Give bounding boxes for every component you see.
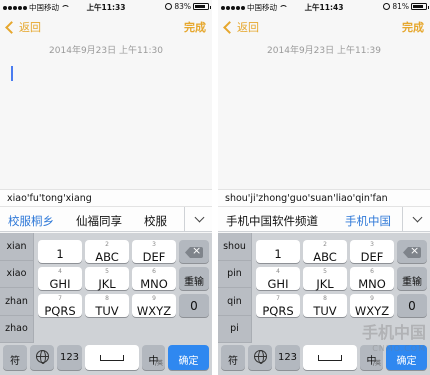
language-switch-key[interactable]: 中/英: [142, 345, 165, 370]
back-button[interactable]: 返回: [222, 19, 259, 35]
alarm-icon: [165, 3, 173, 10]
divider: [402, 207, 403, 231]
key-9[interactable]: 9 WXYZ: [132, 294, 176, 318]
pinyin-composition: xiao'fu'tong'xiang: [0, 189, 212, 206]
number-mode-key[interactable]: 123: [275, 345, 300, 370]
pinyin-choice[interactable]: pin: [218, 261, 251, 288]
pinyin-choice[interactable]: zhan: [0, 288, 33, 316]
status-bar: 中国移动 上午11:33 83%: [0, 0, 212, 14]
chevron-left-icon: [223, 20, 236, 34]
key-7[interactable]: 7 PQRS: [38, 294, 82, 318]
key-5[interactable]: 5 JKL: [303, 267, 347, 291]
battery-percent: 81%: [392, 2, 409, 11]
key-8[interactable]: 8 TUV: [303, 294, 347, 318]
note-text-area[interactable]: [218, 58, 430, 188]
chevron-down-icon[interactable]: [412, 212, 423, 223]
delete-key[interactable]: [179, 240, 209, 263]
text-cursor: [11, 66, 13, 81]
right-phone-screen: 中国移动 上午11:43 81% 返回 完成 2014年9月23日 上午11:3…: [218, 0, 430, 375]
delete-key[interactable]: [397, 240, 427, 263]
watermark-logo: 手机中国 CNMO.COM: [361, 323, 426, 354]
key-1[interactable]: 1: [38, 240, 82, 263]
globe-icon: [36, 350, 49, 364]
globe-icon: [254, 350, 267, 364]
back-button[interactable]: 返回: [4, 19, 41, 35]
key-4[interactable]: 4 GHI: [256, 267, 300, 291]
symbol-key[interactable]: 符: [3, 345, 27, 370]
candidate-item[interactable]: 校服: [144, 213, 167, 229]
candidate-item[interactable]: 手机中国: [345, 213, 391, 229]
key-6[interactable]: 6 MNO: [350, 267, 394, 291]
note-text-area[interactable]: [0, 58, 212, 188]
chevron-left-icon: [5, 20, 18, 34]
left-phone-screen: 中国移动 上午11:33 83% 返回 完成 2014年9月23日 上午11:3…: [0, 0, 212, 375]
reenter-key[interactable]: 重输: [397, 267, 427, 290]
space-icon: [100, 355, 124, 361]
back-label: 返回: [19, 21, 41, 34]
done-button[interactable]: 完成: [184, 19, 206, 35]
pinyin-choice-column: xian xiao zhan zhao: [0, 233, 34, 343]
key-4[interactable]: 4 GHI: [38, 267, 82, 291]
status-bar: 中国移动 上午11:43 81%: [218, 0, 430, 14]
number-mode-key[interactable]: 123: [57, 345, 82, 370]
pinyin-choice[interactable]: shou: [218, 233, 251, 261]
pinyin-choice[interactable]: pi: [218, 316, 251, 343]
battery-icon: [193, 3, 211, 10]
space-key[interactable]: [85, 345, 139, 370]
pinyin-choice[interactable]: zhao: [0, 316, 33, 343]
globe-key[interactable]: [248, 345, 272, 370]
chevron-down-icon[interactable]: [194, 212, 205, 223]
confirm-key[interactable]: 确定: [168, 345, 209, 370]
candidate-bar: 校服桐乡 仙福同享 校服: [0, 206, 212, 232]
key-6[interactable]: 6 MNO: [132, 267, 176, 291]
divider: [184, 207, 185, 231]
backspace-icon: [403, 247, 421, 258]
key-3[interactable]: 3 DEF: [132, 240, 176, 264]
back-label: 返回: [237, 21, 259, 34]
key-7[interactable]: 7 PQRS: [256, 294, 300, 318]
key-0[interactable]: 0: [397, 294, 427, 317]
note-date: 2014年9月23日 上午11:39: [267, 46, 381, 56]
backspace-icon: [185, 247, 203, 258]
pinyin-choice-column: shou pin qin pi: [218, 233, 252, 343]
done-button[interactable]: 完成: [402, 19, 424, 35]
pinyin-choice[interactable]: xian: [0, 233, 33, 261]
candidate-bar: 手机中国软件频道 手机中国: [218, 206, 430, 232]
battery-icon: [411, 3, 429, 10]
battery-percent: 83%: [174, 2, 191, 11]
key-0[interactable]: 0: [179, 294, 209, 317]
key-3[interactable]: 3 DEF: [350, 240, 394, 264]
candidate-item[interactable]: 手机中国软件频道: [226, 213, 318, 229]
symbol-key[interactable]: 符: [221, 345, 245, 370]
key-2[interactable]: 2 ABC: [85, 240, 129, 264]
keyboard: xian xiao zhan zhao 1 2ABC 3DEF 4GHI 5JK…: [0, 233, 212, 375]
key-9[interactable]: 9 WXYZ: [350, 294, 394, 318]
alarm-icon: [383, 3, 391, 10]
key-8[interactable]: 8 TUV: [85, 294, 129, 318]
key-1[interactable]: 1: [256, 240, 300, 263]
key-2[interactable]: 2 ABC: [303, 240, 347, 264]
globe-key[interactable]: [30, 345, 54, 370]
pinyin-composition: shou'ji'zhong'guo'suan'liao'qin'fan: [218, 189, 430, 206]
key-5[interactable]: 5 JKL: [85, 267, 129, 291]
nav-bar: 返回 完成: [218, 15, 430, 39]
pinyin-choice[interactable]: xiao: [0, 261, 33, 288]
pinyin-choice[interactable]: qin: [218, 288, 251, 316]
candidate-item[interactable]: 校服桐乡: [8, 213, 54, 229]
nav-bar: 返回 完成: [0, 15, 212, 39]
candidate-item[interactable]: 仙福同享: [76, 213, 122, 229]
reenter-key[interactable]: 重输: [179, 267, 209, 290]
note-date: 2014年9月23日 上午11:30: [49, 46, 163, 56]
